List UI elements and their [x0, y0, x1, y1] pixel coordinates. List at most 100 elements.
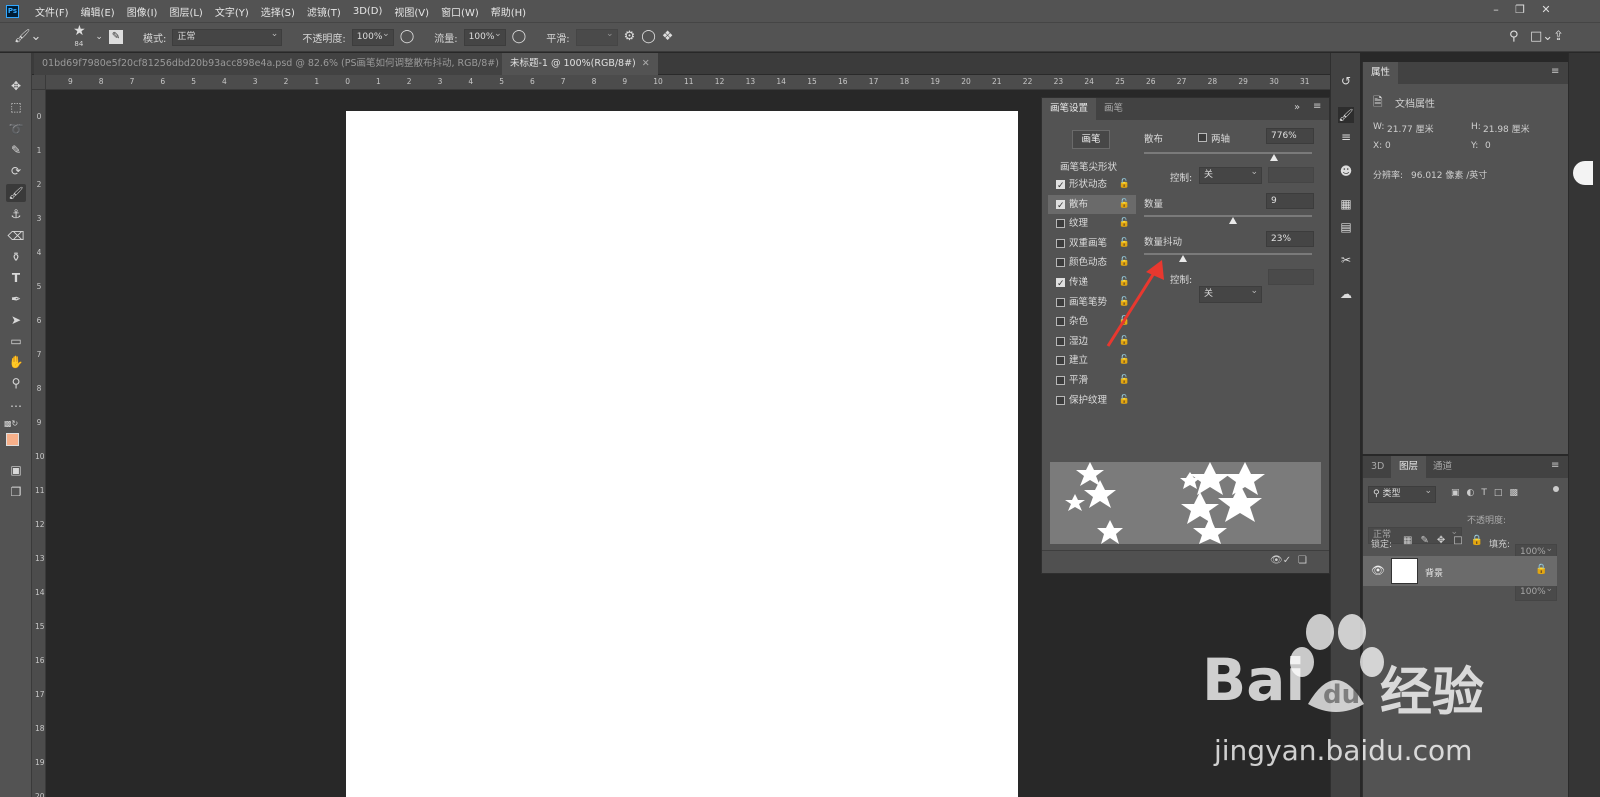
- menu-3d[interactable]: 3D(D): [347, 6, 389, 17]
- eye-icon[interactable]: 👁: [1371, 564, 1385, 577]
- adjustments-icon[interactable]: ≡: [1338, 129, 1354, 145]
- option-checkbox[interactable]: [1056, 177, 1065, 196]
- unlock-icon[interactable]: 🔓: [1119, 195, 1130, 214]
- option-checkbox[interactable]: [1056, 336, 1065, 346]
- menu-filter[interactable]: 滤镜(T): [301, 4, 347, 19]
- lasso-tool-icon[interactable]: ➰: [6, 120, 26, 138]
- smoothing-input[interactable]: [575, 27, 618, 46]
- option-checkbox[interactable]: [1056, 219, 1065, 229]
- tab-layers[interactable]: 图层: [1391, 456, 1427, 478]
- lock-icons[interactable]: ▦✎✥□🔒: [1403, 535, 1491, 546]
- cloud-icon[interactable]: ☁: [1338, 286, 1354, 302]
- option-checkbox[interactable]: [1056, 238, 1065, 248]
- eraser-tool-icon[interactable]: ⌫: [6, 227, 26, 245]
- count-input[interactable]: 9: [1266, 193, 1314, 209]
- opacity-input[interactable]: 100%: [351, 27, 394, 46]
- unlock-icon[interactable]: 🔓: [1119, 371, 1130, 390]
- menu-edit[interactable]: 编辑(E): [75, 4, 121, 19]
- default-colors-icon[interactable]: ▩↻: [4, 419, 18, 428]
- option-checkbox[interactable]: [1056, 197, 1065, 216]
- control-select[interactable]: 关: [1199, 165, 1262, 184]
- airbrush-icon[interactable]: ◯: [512, 30, 527, 44]
- zoom-tool-icon[interactable]: ⚲: [6, 374, 26, 392]
- brush-settings-toggle-icon[interactable]: ✎: [108, 30, 123, 44]
- option-checkbox[interactable]: [1056, 376, 1065, 385]
- path-select-tool-icon[interactable]: ➤: [6, 311, 26, 329]
- tab-properties[interactable]: 属性: [1363, 62, 1399, 84]
- count-jitter-slider[interactable]: [1144, 253, 1312, 255]
- rectangle-tool-icon[interactable]: ▭: [6, 332, 26, 350]
- brush-tip-shape-item[interactable]: 画笔笔尖形状: [1060, 159, 1117, 173]
- stamp-tool-icon[interactable]: ⚓: [6, 205, 26, 223]
- brushes-button[interactable]: 画笔: [1072, 130, 1110, 149]
- move-tool-icon[interactable]: ✥: [6, 77, 26, 95]
- tab-3d[interactable]: 3D: [1363, 456, 1392, 478]
- tab-channels[interactable]: 通道: [1425, 456, 1460, 478]
- scatter-slider-thumb[interactable]: [1270, 154, 1278, 161]
- pressure-opacity-icon[interactable]: ◯: [400, 30, 415, 44]
- control2-select[interactable]: 关: [1199, 284, 1262, 303]
- brush-tool-icon[interactable]: 🖌: [6, 184, 26, 202]
- menu-file[interactable]: 文件(F): [29, 4, 75, 19]
- tab-untitled-document[interactable]: 未标题-1 @ 100%(RGB/8#) ✕: [502, 53, 658, 75]
- notes-icon[interactable]: ▤: [1338, 219, 1354, 235]
- filter-toggle-icon[interactable]: [1553, 486, 1559, 492]
- menu-window[interactable]: 窗口(W): [435, 4, 485, 19]
- pressure-size-icon[interactable]: ◯: [641, 30, 656, 44]
- count-slider-thumb[interactable]: [1229, 217, 1237, 224]
- flow-input[interactable]: 100%: [463, 27, 506, 46]
- option-checkbox[interactable]: [1056, 258, 1065, 268]
- scatter-input[interactable]: 776%: [1266, 128, 1314, 144]
- option-checkbox[interactable]: [1056, 297, 1065, 307]
- count-jitter-slider-thumb[interactable]: [1179, 255, 1187, 262]
- new-brush-icon[interactable]: ❏: [1298, 555, 1307, 566]
- width-value[interactable]: 21.77 厘米: [1387, 122, 1434, 135]
- lock-icon[interactable]: 🔒: [1535, 564, 1547, 575]
- tool-presets-icon[interactable]: ✂: [1338, 252, 1354, 268]
- horizontal-ruler[interactable]: 9 8 7 6 5 4 3 2 1 0 1 2 3 4 5 6 7 8 9 10 11 12 13 14 15 16 17 18 19 2…: [46, 75, 1330, 90]
- resolution-value[interactable]: 96.012 像素 /英寸: [1411, 168, 1487, 181]
- brush-settings-icon[interactable]: 🖌: [1338, 107, 1354, 123]
- vertical-ruler[interactable]: 0 1 2 3 4 5 6 7 8 9 10 11 12 13 14 15 16 17 18 19 20: [32, 90, 46, 797]
- menu-layer[interactable]: 图层(L): [163, 4, 208, 19]
- tab-psd-document[interactable]: 01bd69f7980e5f20cf81256dbd20b93acc898e4a…: [34, 53, 529, 75]
- brush-option-item[interactable]: 纹理 🔓: [1048, 214, 1136, 233]
- brush-option-item[interactable]: 形状动态 🔓: [1048, 175, 1136, 196]
- hand-tool-icon[interactable]: ✋: [6, 353, 26, 371]
- option-checkbox[interactable]: [1056, 395, 1065, 405]
- brush-option-item[interactable]: 双重画笔 🔓: [1048, 234, 1136, 253]
- brush-preset-picker[interactable]: ★ 84: [69, 24, 89, 50]
- minimize-icon[interactable]: –: [1485, 3, 1507, 17]
- quick-select-tool-icon[interactable]: ✎: [6, 141, 26, 159]
- chevron-down-icon[interactable]: ⌄: [95, 30, 103, 44]
- count-slider[interactable]: [1144, 215, 1312, 217]
- pen-tool-icon[interactable]: ✒: [6, 290, 26, 308]
- layer-name[interactable]: 背景: [1425, 566, 1443, 579]
- brush-option-item[interactable]: 散布 🔓: [1048, 194, 1136, 216]
- menu-help[interactable]: 帮助(H): [485, 4, 532, 19]
- layer-filter-select[interactable]: ⚲ 类型: [1368, 484, 1436, 503]
- brush-option-item[interactable]: 建立 🔓: [1048, 351, 1136, 370]
- document-canvas[interactable]: [346, 111, 1018, 797]
- fill-input[interactable]: 100%: [1515, 582, 1557, 601]
- screen-mode-icon[interactable]: ❐: [6, 483, 26, 501]
- crop-tool-icon[interactable]: ⟳: [6, 162, 26, 180]
- menu-image[interactable]: 图像(I): [121, 4, 164, 19]
- mode-select[interactable]: 正常: [172, 27, 283, 46]
- both-axes-checkbox[interactable]: [1198, 133, 1207, 142]
- x-value[interactable]: 0: [1385, 141, 1391, 151]
- unlock-icon[interactable]: 🔓: [1119, 234, 1130, 253]
- height-value[interactable]: 21.98 厘米: [1483, 122, 1530, 135]
- menu-type[interactable]: 文字(Y): [209, 4, 255, 19]
- layer-row-background[interactable]: 👁 背景 🔒: [1363, 556, 1557, 586]
- ruler-origin[interactable]: [32, 75, 46, 90]
- close-icon[interactable]: ✕: [1535, 3, 1557, 17]
- marquee-tool-icon[interactable]: ⬚: [6, 98, 26, 116]
- unlock-icon[interactable]: 🔓: [1119, 175, 1130, 194]
- history-icon[interactable]: ↺: [1338, 73, 1354, 89]
- panel-menu-icon[interactable]: ≡: [1551, 460, 1559, 471]
- menu-select[interactable]: 选择(S): [255, 4, 301, 19]
- workspace-icon[interactable]: □⌄: [1530, 30, 1553, 44]
- search-icon[interactable]: ⚲: [1509, 30, 1519, 44]
- gear-icon[interactable]: ⚙: [624, 30, 636, 44]
